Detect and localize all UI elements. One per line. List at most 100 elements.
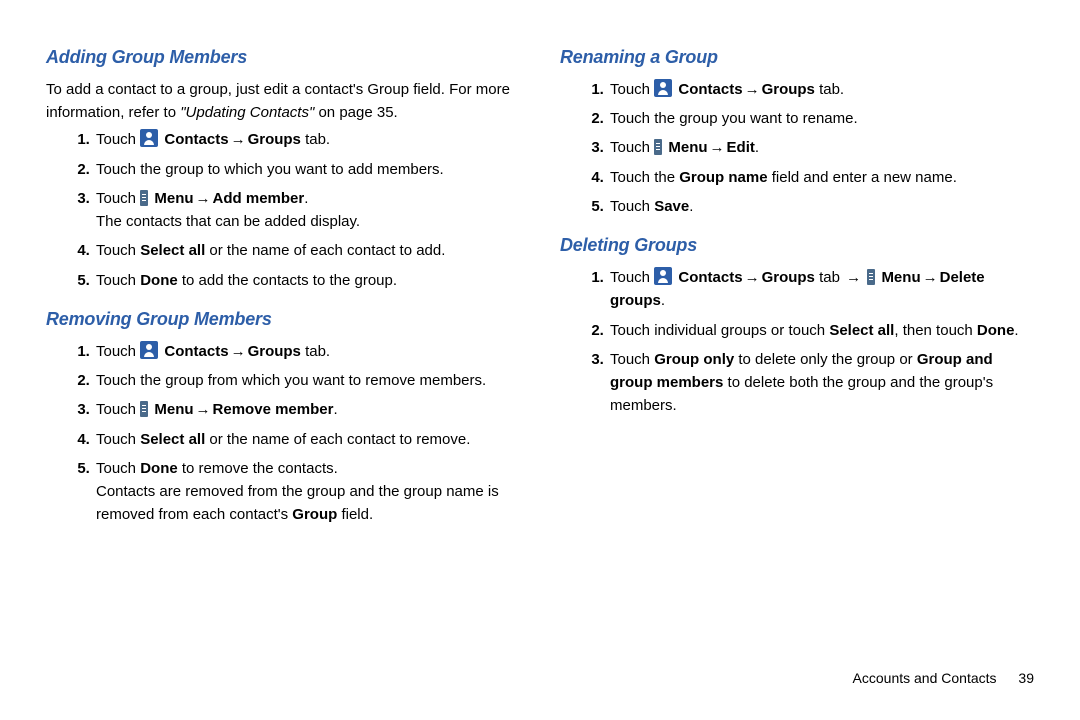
heading-adding-group-members: Adding Group Members [46,44,520,72]
step-text: , then touch [894,322,977,339]
done-label: Done [140,272,178,289]
group-label: Group [292,506,337,523]
left-column: Adding Group Members To add a contact to… [46,44,520,541]
page-columns: Adding Group Members To add a contact to… [46,44,1034,541]
menu-label: Menu [881,269,920,286]
arrow-icon: → [846,269,861,286]
renaming-steps-list: Touch Contacts→Groups tab. Touch the gro… [560,78,1034,218]
list-item: Touch Group only to delete only the grou… [608,348,1034,418]
menu-label: Menu [668,139,707,156]
arrow-icon: → [745,81,760,98]
intro-tail: on page 35. [314,104,397,121]
list-item: Touch Done to remove the contacts. Conta… [94,457,520,527]
step-subtext: field. [337,506,373,523]
groups-label: Groups [762,81,815,98]
done-label: Done [140,460,178,477]
groups-label: Groups [248,131,301,148]
menu-label: Menu [154,401,193,418]
heading-removing-group-members: Removing Group Members [46,306,520,334]
contact-icon [654,79,672,97]
done-label: Done [977,322,1015,339]
step-text: field and enter a new name. [768,169,957,186]
step-text: Touch [610,81,654,98]
step-text: Touch [610,351,654,368]
intro-reference: "Updating Contacts" [180,104,314,121]
step-text: to remove the contacts. [178,460,338,477]
step-text: or the name of each contact to remove. [205,431,470,448]
step-text: Touch [96,242,140,259]
step-text: Touch [610,198,654,215]
list-item: Touch Contacts→Groups tab. [608,78,1034,101]
list-item: Touch Menu→Add member. The contacts that… [94,187,520,234]
contact-icon [654,267,672,285]
step-text: Touch [96,131,140,148]
step-text: tab. [301,343,330,360]
groups-label: Groups [762,269,815,286]
removing-steps-list: Touch Contacts→Groups tab. Touch the gro… [46,340,520,527]
group-name-label: Group name [679,169,767,186]
intro-paragraph: To add a contact to a group, just edit a… [46,78,520,125]
menu-label: Menu [154,190,193,207]
list-item: Touch the group you want to rename. [608,107,1034,130]
list-item: Touch Contacts→Groups tab → Menu→Delete … [608,266,1034,313]
step-subtext: The contacts that can be added display. [96,213,360,230]
arrow-icon: → [196,401,211,418]
contact-icon [140,129,158,147]
menu-icon [867,269,875,285]
list-item: Touch Menu→Edit. [608,136,1034,159]
list-item: Touch Save. [608,195,1034,218]
step-text: Touch [96,401,140,418]
save-label: Save [654,198,689,215]
menu-icon [140,190,148,206]
list-item: Touch individual groups or touch Select … [608,319,1034,342]
adding-steps-list: Touch Contacts→Groups tab. Touch the gro… [46,128,520,292]
arrow-icon: → [923,269,938,286]
contacts-label: Contacts [164,343,228,360]
step-text: tab. [301,131,330,148]
select-all-label: Select all [829,322,894,339]
edit-label: Edit [727,139,755,156]
step-text: Touch the [610,169,679,186]
step-text: Touch [610,269,654,286]
list-item: Touch Contacts→Groups tab. [94,128,520,151]
step-text: Touch [96,190,140,207]
step-text: Touch [96,460,140,477]
step-text: Touch [96,431,140,448]
remove-member-label: Remove member [213,401,334,418]
step-text: to add the contacts to the group. [178,272,397,289]
step-text: Touch [96,343,140,360]
heading-renaming-group: Renaming a Group [560,44,1034,72]
add-member-label: Add member [213,190,305,207]
group-only-label: Group only [654,351,734,368]
arrow-icon: → [710,139,725,156]
footer-page-number: 39 [1018,670,1034,686]
step-text: Touch [610,139,654,156]
menu-icon [140,401,148,417]
contacts-label: Contacts [678,81,742,98]
right-column: Renaming a Group Touch Contacts→Groups t… [560,44,1034,541]
footer-section: Accounts and Contacts [853,670,997,686]
contact-icon [140,341,158,359]
step-text: or the name of each contact to add. [205,242,445,259]
list-item: Touch Select all or the name of each con… [94,428,520,451]
menu-icon [654,139,662,155]
arrow-icon: → [231,343,246,360]
page-footer: Accounts and Contacts 39 [853,668,1034,690]
select-all-label: Select all [140,431,205,448]
list-item: Touch Menu→Remove member. [94,398,520,421]
list-item: Touch Select all or the name of each con… [94,239,520,262]
list-item: Touch Done to add the contacts to the gr… [94,269,520,292]
step-text: tab [815,269,844,286]
groups-label: Groups [248,343,301,360]
contacts-label: Contacts [678,269,742,286]
step-text: to delete only the group or [734,351,917,368]
list-item: Touch Contacts→Groups tab. [94,340,520,363]
arrow-icon: → [745,269,760,286]
heading-deleting-groups: Deleting Groups [560,232,1034,260]
contacts-label: Contacts [164,131,228,148]
list-item: Touch the group from which you want to r… [94,369,520,392]
step-text: Touch individual groups or touch [610,322,829,339]
arrow-icon: → [196,190,211,207]
list-item: Touch the group to which you want to add… [94,158,520,181]
step-text: tab. [815,81,844,98]
